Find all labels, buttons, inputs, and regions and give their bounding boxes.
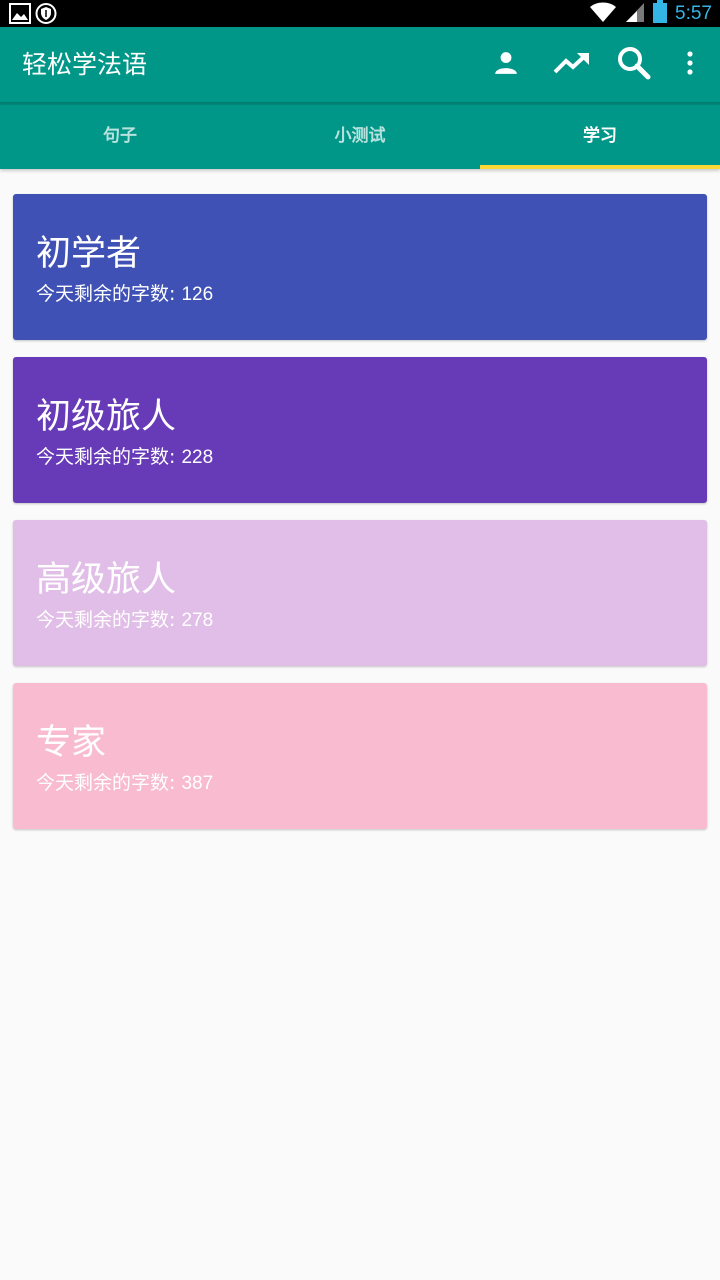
level-title: 初级旅人 <box>36 397 177 437</box>
search-icon <box>617 46 651 84</box>
tab-bar: 句子 小测试 学习 <box>0 105 720 169</box>
remaining-label: 今天剩余的字数: <box>36 446 182 468</box>
tab-sentences[interactable]: 句子 <box>0 105 240 169</box>
remaining-label: 今天剩余的字数: <box>36 772 182 794</box>
more-vert-icon <box>686 51 694 79</box>
clock: 5:57 <box>675 3 712 24</box>
remaining-count: 126 <box>181 284 214 305</box>
level-card-advanced-traveler[interactable]: 高级旅人 今天剩余的字数: 278 <box>13 520 707 666</box>
battery-icon <box>653 0 668 27</box>
level-title: 高级旅人 <box>36 560 177 600</box>
level-remaining: 今天剩余的字数: 126 <box>36 281 213 308</box>
signal-icon <box>625 1 645 27</box>
status-system: 5:57 <box>589 0 712 27</box>
level-remaining: 今天剩余的字数: 228 <box>36 444 213 471</box>
wifi-icon <box>589 1 617 27</box>
level-card-expert[interactable]: 专家 今天剩余的字数: 387 <box>13 683 707 829</box>
shield-icon <box>35 3 57 28</box>
level-title: 初学者 <box>36 234 142 274</box>
level-card-junior-traveler[interactable]: 初级旅人 今天剩余的字数: 228 <box>13 357 707 503</box>
profile-button[interactable] <box>486 45 526 85</box>
person-icon <box>493 50 519 80</box>
app-bar: 轻松学法语 <box>0 27 720 102</box>
app-title: 轻松学法语 <box>22 50 148 79</box>
trending-up-icon <box>553 50 591 80</box>
tab-indicator <box>480 165 720 169</box>
tab-learn[interactable]: 学习 <box>480 105 720 169</box>
tab-quiz[interactable]: 小测试 <box>240 105 480 169</box>
overflow-menu-button[interactable] <box>670 45 710 85</box>
status-notifications <box>9 3 57 28</box>
status-bar: 5:57 <box>0 0 720 27</box>
stats-button[interactable] <box>552 45 592 85</box>
remaining-count: 387 <box>181 773 214 794</box>
level-title: 专家 <box>36 723 107 763</box>
remaining-count: 228 <box>181 447 214 468</box>
level-remaining: 今天剩余的字数: 278 <box>36 607 213 634</box>
level-remaining: 今天剩余的字数: 387 <box>36 770 213 797</box>
remaining-label: 今天剩余的字数: <box>36 609 182 631</box>
search-button[interactable] <box>614 45 654 85</box>
level-card-beginner[interactable]: 初学者 今天剩余的字数: 126 <box>13 194 707 340</box>
remaining-label: 今天剩余的字数: <box>36 283 182 305</box>
remaining-count: 278 <box>181 610 214 631</box>
image-icon <box>9 3 31 28</box>
